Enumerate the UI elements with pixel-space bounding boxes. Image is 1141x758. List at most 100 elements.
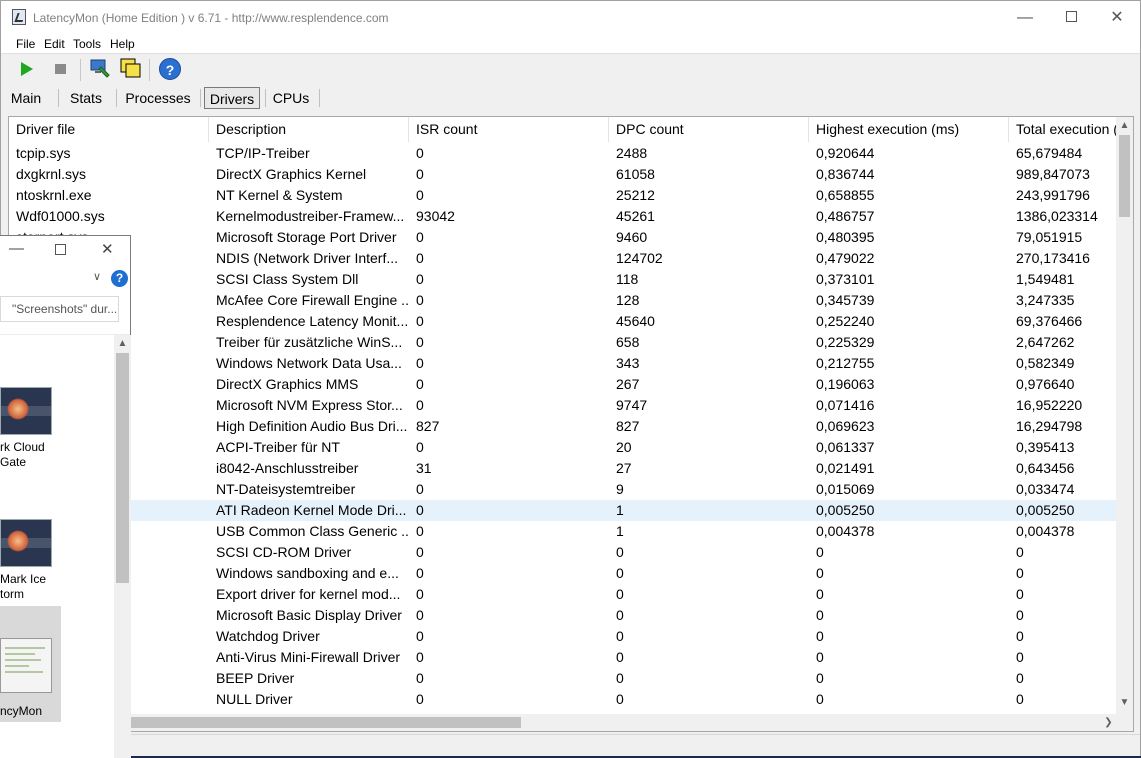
- table-row[interactable]: NDIS (Network Driver Interf... 0 124702 0,4…: [9, 248, 1117, 269]
- table-row[interactable]: dxgkrnl.sys DirectX Graphics Kernel 0 61058…: [9, 164, 1117, 185]
- column-header[interactable]: Description: [209, 117, 409, 142]
- file-label[interactable]: Mark Ice: [0, 572, 46, 587]
- column-header[interactable]: DPC count: [609, 117, 809, 142]
- table-cell: BEEP Driver: [216, 670, 295, 686]
- table-cell: 124702: [616, 250, 663, 266]
- file-label[interactable]: ncyMon: [0, 704, 42, 719]
- computer-settings-icon[interactable]: [89, 57, 111, 79]
- table-row[interactable]: ntoskrnl.exe NT Kernel & System 0 25212 0,65…: [9, 185, 1117, 206]
- table-row[interactable]: Microsoft NVM Express Stor... 0 9747 0,0714…: [9, 395, 1117, 416]
- table-row[interactable]: Export driver for kernel mod... 0 0 0 0: [9, 584, 1117, 605]
- selected-file-item[interactable]: ncyMon: [0, 606, 61, 722]
- chevron-down-icon[interactable]: ∨: [93, 270, 101, 283]
- table-cell: 0: [416, 439, 424, 455]
- table-cell: 0,479022: [816, 250, 875, 266]
- vertical-scrollbar[interactable]: ▲ ▼: [1116, 117, 1133, 715]
- table-row[interactable]: ACPI-Treiber für NT 0 20 0,061337 0,395413: [9, 437, 1117, 458]
- tab-cpus[interactable]: CPUs: [271, 87, 311, 109]
- column-header[interactable]: Total execution (: [1009, 117, 1117, 142]
- explorer-scroll-thumb[interactable]: [116, 353, 129, 583]
- table-row[interactable]: NT-Dateisystemtreiber 0 9 0,015069 0,033474: [9, 479, 1117, 500]
- table-row[interactable]: SCSI CD-ROM Driver 0 0 0 0: [9, 542, 1117, 563]
- table-cell: 0: [416, 334, 424, 350]
- table-cell: 9460: [616, 229, 648, 245]
- table-cell: 0: [1016, 544, 1024, 560]
- menu-edit[interactable]: Edit: [44, 37, 65, 51]
- tab-stats[interactable]: Stats: [65, 87, 107, 109]
- windows-overlay-icon[interactable]: [120, 58, 142, 80]
- table-cell: 0,658855: [816, 187, 875, 203]
- help-icon[interactable]: ?: [159, 58, 181, 80]
- column-header[interactable]: ISR count: [409, 117, 609, 142]
- file-label[interactable]: torm: [0, 587, 24, 602]
- table-cell: 0: [416, 565, 424, 581]
- file-thumbnail[interactable]: [0, 519, 52, 567]
- explorer-title-bar[interactable]: — ✕: [0, 236, 130, 267]
- table-row[interactable]: High Definition Audio Bus Dri... 827 827 0,…: [9, 416, 1117, 437]
- table-row[interactable]: DirectX Graphics MMS 0 267 0,196063 0,976640: [9, 374, 1117, 395]
- table-row[interactable]: USB Common Class Generic ... 0 1 0,004378 0,…: [9, 521, 1117, 542]
- scroll-down-icon[interactable]: ▼: [1116, 694, 1133, 711]
- column-header[interactable]: Highest execution (ms): [809, 117, 1009, 142]
- table-row[interactable]: Treiber für zusätzliche WinS... 0 658 0,225…: [9, 332, 1117, 353]
- table-cell: 0,212755: [816, 355, 875, 371]
- scroll-right-icon[interactable]: ❯: [1100, 714, 1117, 731]
- table-row[interactable]: Microsoft Basic Display Driver 0 0 0 0: [9, 605, 1117, 626]
- close-button[interactable]: ✕: [1094, 1, 1140, 35]
- table-row[interactable]: SCSI Class System Dll 0 118 0,373101 1,54948…: [9, 269, 1117, 290]
- table-row[interactable]: Wdf01000.sys Kernelmodustreiber-Framew...…: [9, 206, 1117, 227]
- scroll-up-icon[interactable]: ▲: [1116, 117, 1133, 134]
- table-row[interactable]: Windows Network Data Usa... 0 343 0,212755 0…: [9, 353, 1117, 374]
- column-header[interactable]: Driver file: [9, 117, 209, 142]
- vertical-scroll-thumb[interactable]: [1119, 135, 1130, 217]
- tab-drivers[interactable]: Drivers: [204, 87, 260, 109]
- table-row[interactable]: Watchdog Driver 0 0 0 0: [9, 626, 1117, 647]
- table-row[interactable]: storport.sysMicrosoft Storage Port Drive…: [9, 227, 1117, 248]
- tab-processes[interactable]: Processes: [123, 87, 193, 109]
- table-cell: 989,847073: [1016, 166, 1090, 182]
- explorer-close-button[interactable]: ✕: [101, 240, 114, 258]
- menu-help[interactable]: Help: [110, 37, 135, 51]
- minimize-button[interactable]: —: [1002, 1, 1048, 35]
- table-row[interactable]: i8042-Anschlusstreiber 31 27 0,021491 0,6434…: [9, 458, 1117, 479]
- explorer-minimize-button[interactable]: —: [9, 240, 24, 257]
- explorer-search-input[interactable]: "Screenshots" dur...: [0, 296, 119, 322]
- explorer-vertical-scrollbar[interactable]: ▲: [114, 335, 131, 758]
- table-cell: Windows sandboxing and e...: [216, 565, 399, 581]
- table-row[interactable]: Windows sandboxing and e... 0 0 0 0: [9, 563, 1117, 584]
- stop-icon[interactable]: [55, 64, 66, 74]
- file-thumbnail[interactable]: [0, 387, 52, 435]
- explorer-window[interactable]: — ✕ ∨ ? "Screenshots" dur... rk Cloud Ga…: [0, 235, 131, 758]
- explorer-maximize-button[interactable]: [55, 242, 66, 259]
- table-row[interactable]: Resplendence Latency Monit... 0 45640 0,252…: [9, 311, 1117, 332]
- horizontal-scrollbar[interactable]: ❯: [9, 714, 1117, 731]
- table-cell: 0: [816, 544, 824, 560]
- menu-file[interactable]: File: [16, 37, 35, 51]
- drivers-table[interactable]: Driver file Description ISR count DPC count…: [8, 116, 1134, 732]
- file-label[interactable]: Gate: [0, 455, 26, 470]
- table-row[interactable]: ATI Radeon Kernel Mode Dri... 0 1 0,005250 0…: [9, 500, 1117, 521]
- menu-tools[interactable]: Tools: [73, 37, 101, 51]
- horizontal-scroll-thumb[interactable]: [127, 717, 521, 728]
- table-row[interactable]: Anti-Virus Mini-Firewall Driver 0 0 0 0: [9, 647, 1117, 668]
- table-cell: 9: [616, 481, 624, 497]
- tab-main[interactable]: Main: [8, 87, 44, 109]
- file-thumbnail[interactable]: [0, 638, 52, 693]
- scroll-up-icon[interactable]: ▲: [114, 335, 131, 352]
- table-row[interactable]: NULL Driver 0 0 0 0: [9, 689, 1117, 710]
- table-row[interactable]: BEEP Driver 0 0 0 0: [9, 668, 1117, 689]
- table-cell: 2488: [616, 145, 648, 161]
- maximize-button[interactable]: [1048, 1, 1094, 35]
- table-cell: 128: [616, 292, 640, 308]
- table-cell: USB Common Class Generic ...: [216, 523, 409, 539]
- table-row[interactable]: tcpip.sys TCP/IP-Treiber 0 2488 0,920644 65,6…: [9, 143, 1117, 164]
- table-cell: 0: [416, 166, 424, 182]
- table-cell: 0: [616, 544, 624, 560]
- file-label[interactable]: rk Cloud: [0, 440, 45, 455]
- title-bar[interactable]: LatencyMon (Home Edition ) v 6.71 - http…: [1, 1, 1140, 35]
- table-row[interactable]: McAfee Core Firewall Engine ... 0 128 0,345…: [9, 290, 1117, 311]
- help-icon[interactable]: ?: [111, 270, 128, 287]
- toolbar-separator: [149, 59, 150, 81]
- start-icon[interactable]: [21, 62, 33, 76]
- tab-bar: Main Stats Processes Drivers CPUs: [1, 85, 1140, 111]
